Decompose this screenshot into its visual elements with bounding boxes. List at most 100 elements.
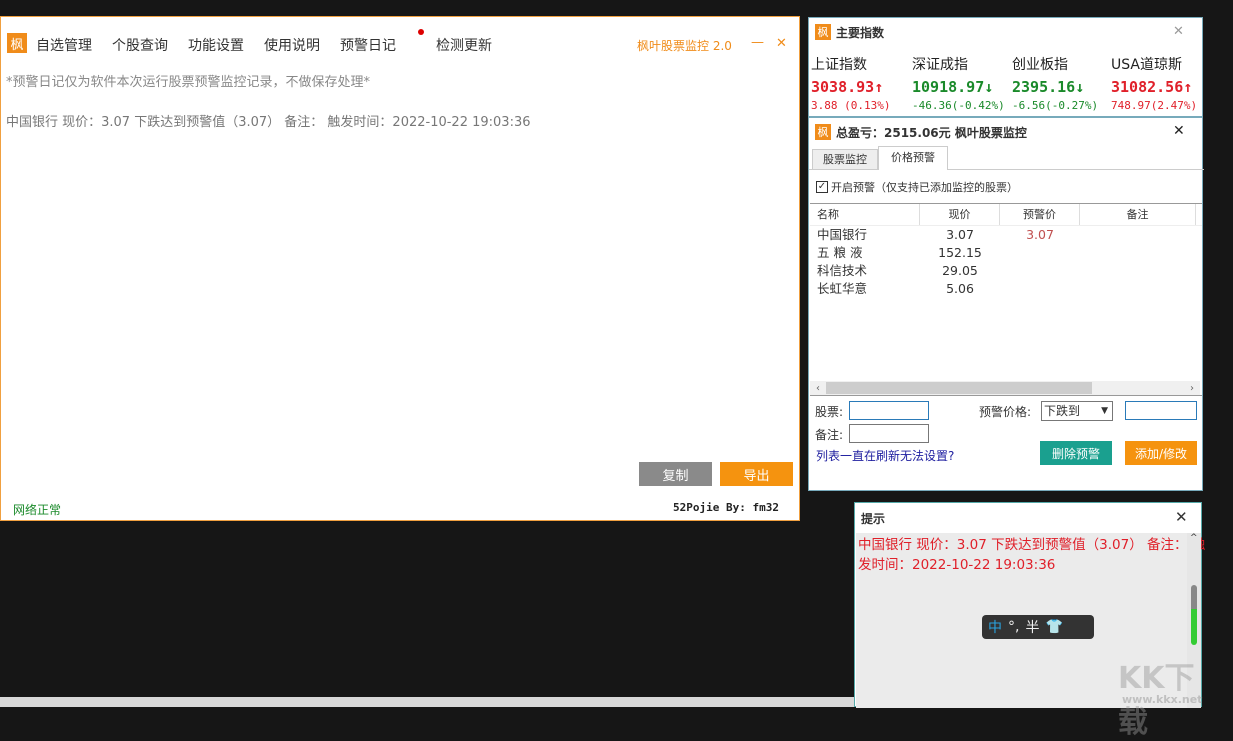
index-value: 10918.97↓ [912, 78, 994, 96]
tip-close-button[interactable]: ✕ [1175, 508, 1188, 526]
monitor-window: 枫 总盈亏：2515.06元 枫叶股票监控 ✕ 股票监控 价格预警 ✓ 开启预警… [808, 117, 1204, 491]
note-input[interactable] [849, 424, 929, 443]
ime-width[interactable]: 半 [1025, 617, 1039, 637]
index-name: 上证指数 [811, 57, 867, 73]
direction-value: 下跌到 [1044, 404, 1081, 418]
nav-alert-log-label: 预警日记 [340, 38, 396, 54]
export-button[interactable]: 导出 [720, 462, 793, 486]
tip-window: 提示 ✕ 中国银行 现价：3.07 下跌达到预警值（3.07） 备注： 触发时间… [854, 502, 1205, 740]
cell-alert-price [1000, 262, 1080, 280]
main-nav: 自选管理 个股查询 功能设置 使用说明 预警日记 检测更新 [36, 29, 512, 55]
horizontal-scrollbar[interactable]: ‹ › [810, 381, 1200, 395]
index-shanghai: 上证指数 3038.93↑ 3.88 (0.13%) [811, 54, 911, 112]
cell-alert-price [1000, 244, 1080, 262]
cell-note [1080, 280, 1196, 298]
notification-dot [418, 29, 424, 35]
indices-title: 主要指数 [836, 26, 885, 40]
nav-help[interactable]: 使用说明 [264, 35, 320, 55]
arrow-down-icon: ↓ [984, 78, 994, 96]
direction-select[interactable]: 下跌到 ▼ [1041, 401, 1113, 421]
monitor-close-button[interactable]: ✕ [1173, 123, 1185, 139]
table-row[interactable]: 科信技术 29.05 [810, 262, 1202, 280]
monitor-logo: 枫 [815, 124, 831, 140]
ime-mode[interactable]: 中 [988, 617, 1002, 637]
nav-alert-log[interactable]: 预警日记 [340, 29, 424, 55]
index-value: 31082.56↑ [1111, 78, 1193, 96]
table-row[interactable]: 长虹华意 5.06 [810, 280, 1202, 298]
shirt-icon[interactable]: 👕 [1045, 619, 1062, 635]
alert-price-label: 预警价格: [979, 405, 1032, 419]
cell-note [1080, 262, 1196, 280]
scroll-up-icon: ^ [1190, 533, 1198, 543]
stock-label: 股票: [815, 405, 844, 419]
nav-check-update[interactable]: 检测更新 [436, 35, 492, 55]
ime-toolbar[interactable]: 中 °, 半 👕 [982, 615, 1094, 639]
checkbox-checked-icon: ✓ [816, 181, 828, 193]
index-name: 创业板指 [1012, 57, 1068, 73]
arrow-up-icon: ↑ [874, 78, 884, 96]
indices-close-button[interactable]: ✕ [1173, 24, 1184, 39]
index-dow: USA道琼斯 31082.56↑ 748.97(2.47%) [1111, 54, 1211, 112]
index-change: -46.36(-0.42%) [912, 99, 1005, 112]
cell-price: 5.06 [946, 281, 974, 296]
tab-price-alert[interactable]: 价格预警 [878, 146, 948, 170]
cell-alert-price [1000, 280, 1080, 298]
table-row[interactable]: 五 粮 液 152.15 [810, 244, 1202, 262]
app-title: 枫叶股票监控 2.0 [637, 39, 732, 53]
taskbar-strip [0, 697, 855, 707]
index-shenzhen: 深证成指 10918.97↓ -46.36(-0.42%) [912, 54, 1012, 112]
alert-price-input[interactable] [1125, 401, 1197, 420]
tab-stock-monitor[interactable]: 股票监控 [812, 149, 878, 170]
nav-watchlist[interactable]: 自选管理 [36, 35, 92, 55]
index-change: 3.88 (0.13%) [811, 99, 891, 112]
cell-note [1080, 244, 1196, 262]
index-change: -6.56(-0.27%) [1012, 99, 1099, 112]
cell-price: 29.05 [942, 263, 978, 278]
chevron-down-icon: ▼ [1101, 406, 1108, 416]
index-name: USA道琼斯 [1111, 57, 1182, 73]
index-chinext: 创业板指 2395.16↓ -6.56(-0.27%) [1012, 54, 1112, 112]
credit-text: 52Pojie By: fm32 [673, 501, 779, 514]
scrollbar-thumb [1191, 585, 1197, 645]
tip-title: 提示 [861, 512, 886, 526]
copy-button[interactable]: 复制 [639, 462, 712, 486]
cell-price: 3.07 [946, 227, 974, 242]
enable-alert-label: 开启预警（仅支持已添加监控的股票） [831, 181, 1018, 194]
monitor-title: 总盈亏：2515.06元 枫叶股票监控 [836, 126, 1027, 140]
nav-stock-query[interactable]: 个股查询 [112, 35, 168, 55]
index-name: 深证成指 [912, 57, 968, 73]
scroll-right-icon: › [1190, 382, 1194, 394]
nav-settings[interactable]: 功能设置 [188, 35, 244, 55]
app-logo: 枫 [7, 33, 27, 53]
cell-name: 长虹华意 [817, 281, 868, 296]
enable-alert-checkbox[interactable]: ✓ 开启预警（仅支持已添加监控的股票） [816, 179, 1018, 195]
delete-alert-button[interactable]: 删除预警 [1040, 441, 1112, 465]
cell-note [1080, 226, 1196, 244]
close-button[interactable]: ✕ [776, 36, 787, 51]
main-window: 枫 自选管理 个股查询 功能设置 使用说明 预警日记 检测更新 枫叶股票监控 2… [0, 16, 800, 521]
scrollbar-thumb [826, 382, 1092, 394]
add-modify-button[interactable]: 添加/修改 [1125, 441, 1197, 465]
table-row[interactable]: 中国银行 3.07 3.07 [810, 226, 1202, 244]
indices-logo: 枫 [815, 24, 831, 40]
cell-name: 五 粮 液 [817, 245, 863, 260]
ime-punct[interactable]: °, [1008, 619, 1019, 635]
table-header: 名称 现价 预警价 备注 [810, 204, 1202, 226]
cell-alert-price: 3.07 [1026, 227, 1054, 242]
column-name[interactable]: 名称 [810, 204, 920, 225]
alert-table: 名称 现价 预警价 备注 中国银行 3.07 3.07 五 粮 液 152.15 科信技术… [810, 203, 1202, 396]
index-value: 2395.16↓ [1012, 78, 1085, 96]
note-label: 备注: [815, 428, 844, 442]
column-alert-price[interactable]: 预警价 [1000, 204, 1080, 225]
column-note[interactable]: 备注 [1080, 204, 1196, 225]
minimize-button[interactable]: — [751, 35, 764, 50]
tip-message-area[interactable]: 中国银行 现价：3.07 下跌达到预警值（3.07） 备注： 触发时间：2022… [856, 533, 1205, 740]
column-price[interactable]: 现价 [920, 204, 1000, 225]
stock-input[interactable] [849, 401, 929, 420]
log-notice: *预警日记仅为软件本次运行股票预警监控记录，不做保存处理* [6, 75, 371, 90]
index-change: 748.97(2.47%) [1111, 99, 1198, 112]
cell-price: 152.15 [938, 245, 982, 260]
index-value: 3038.93↑ [811, 78, 884, 96]
help-link[interactable]: 列表一直在刷新无法设置? [816, 447, 954, 464]
network-status: 网络正常 [13, 503, 62, 517]
